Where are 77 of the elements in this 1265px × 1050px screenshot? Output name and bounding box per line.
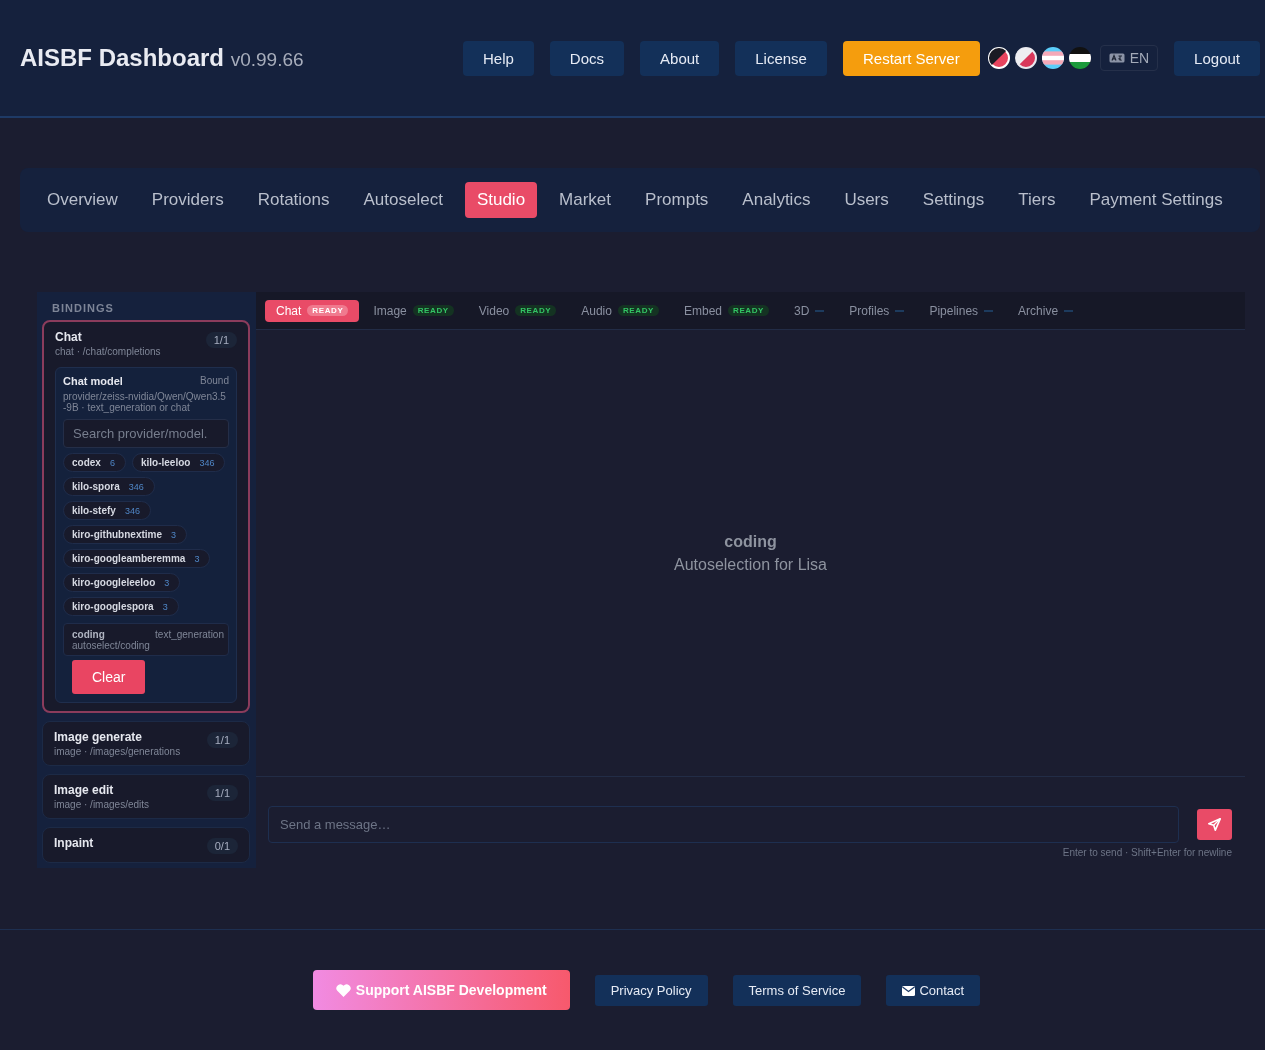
conversation-subtitle: Autoselection for Lisa [674, 555, 827, 574]
nav-tab[interactable]: Users [832, 182, 901, 218]
send-icon [1208, 818, 1221, 831]
binding-name: Image edit [54, 783, 115, 797]
nav-tab[interactable]: Tiers [1006, 182, 1068, 218]
composer-hint: Enter to send · Shift+Enter for newline [1061, 847, 1232, 858]
search-field[interactable]: Search provider/model. [63, 419, 229, 448]
binding-status: Bound [200, 375, 229, 387]
clear-button[interactable]: Clear [72, 660, 146, 694]
logout-button[interactable]: Logout [1174, 40, 1260, 76]
binding-path: image · /images/generations [54, 746, 181, 757]
footer-link[interactable]: Privacy Policy [594, 975, 708, 1006]
theme-flag-icon[interactable] [1069, 47, 1092, 69]
nav-tab[interactable]: Overview [35, 182, 130, 218]
provider-chip[interactable]: kiro-googleamberemma 3 [63, 549, 211, 568]
binding-name: Inpaint [54, 836, 94, 850]
mode-tab[interactable]: Pipelines [918, 299, 1005, 322]
theme-flag-icon[interactable] [1042, 47, 1065, 69]
mode-tab[interactable]: Profiles [838, 299, 916, 322]
model-result[interactable]: coding autoselect/coding text_generation [63, 623, 229, 656]
provider-chip[interactable]: kiro-googleleeloo 3 [63, 573, 181, 592]
header-button[interactable]: License [735, 40, 827, 76]
nav-tab[interactable]: Rotations [245, 182, 342, 218]
nav-tab[interactable]: Settings [910, 182, 997, 218]
version-label: v0.99.66 [230, 49, 304, 70]
mode-tab[interactable]: Embed READY [672, 299, 780, 322]
result-path: autoselect/coding [72, 640, 150, 651]
section-heading: BINDINGS [52, 302, 115, 314]
message-field[interactable]: Send a message… [268, 806, 1179, 843]
provider-chip[interactable]: kiro-googlespora 3 [63, 597, 179, 616]
theme-flag-icon[interactable] [1015, 47, 1038, 69]
result-type: text_generation [155, 629, 224, 642]
app-title: AISBF Dashboard [20, 44, 225, 71]
provider-chip[interactable]: kilo-spora 346 [63, 477, 155, 496]
nav-tab[interactable]: Market [547, 182, 624, 218]
binding-card[interactable]: Image generate image · /images/generations 1/1 [42, 721, 250, 766]
provider-chip[interactable]: codex 6 [63, 453, 126, 472]
nav-tab[interactable]: Payment Settings [1077, 182, 1235, 218]
nav-tab[interactable]: Analytics [730, 182, 823, 218]
nav-tab[interactable]: Prompts [633, 182, 721, 218]
mode-tab[interactable]: Audio READY [570, 299, 670, 322]
send-button[interactable] [1197, 809, 1232, 840]
model-detail: provider/zeiss-nvidia/Qwen/Qwen3.5-9B · text_generation or chat [63, 391, 227, 413]
mode-tab[interactable]: Image READY [362, 299, 465, 322]
binding-path: chat · /chat/completions [55, 346, 161, 357]
translate-icon [1108, 53, 1125, 63]
result-name: coding [72, 629, 105, 640]
nav-tab[interactable]: Providers [139, 182, 236, 218]
language-button[interactable]: EN [1099, 45, 1159, 71]
mode-tab[interactable]: Chat READY [265, 299, 360, 322]
binding-card[interactable]: Inpaint 0/1 [42, 827, 250, 863]
mode-tab[interactable]: Video READY [467, 299, 568, 322]
header-button[interactable]: Docs [549, 40, 625, 76]
footer-link[interactable]: Contact [886, 975, 981, 1006]
heart-icon [335, 983, 351, 997]
binding-name: Chat [55, 330, 83, 344]
binding-card[interactable] [42, 320, 250, 713]
binding-count: 0/1 [206, 838, 238, 854]
conversation-title: coding [724, 532, 777, 551]
provider-chip[interactable]: kilo-stefy 346 [63, 501, 151, 520]
nav-tab[interactable]: Autoselect [351, 182, 455, 218]
binding-path: image · /images/edits [54, 799, 150, 810]
binding-count: 1/1 [206, 785, 238, 801]
model-title: Chat model [63, 375, 123, 387]
footer-link[interactable]: Terms of Service [732, 975, 862, 1006]
header-button[interactable]: About [640, 40, 720, 76]
header-button[interactable]: Help [463, 40, 534, 76]
mail-icon [902, 985, 916, 996]
provider-chip[interactable]: kiro-githubnextime 3 [63, 525, 188, 544]
binding-count: 1/1 [206, 732, 238, 748]
binding-card[interactable]: Image edit image · /images/edits 1/1 [42, 774, 250, 819]
provider-chip[interactable]: kilo-leeloo 346 [131, 453, 226, 472]
binding-count: 1/1 [205, 332, 237, 348]
nav-tab[interactable]: Studio [464, 182, 538, 218]
mode-tab[interactable]: 3D [783, 299, 836, 322]
binding-name: Image generate [54, 730, 144, 744]
mode-tab[interactable]: Archive [1007, 299, 1085, 322]
